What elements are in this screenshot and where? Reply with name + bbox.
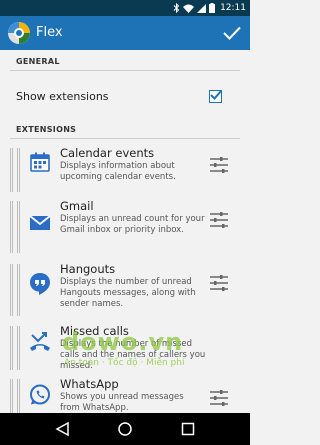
recents-icon (181, 422, 195, 436)
navigation-bar (0, 413, 250, 445)
drag-handle[interactable] (10, 264, 20, 316)
show-extensions-checkbox[interactable] (209, 89, 223, 103)
checkmark-icon (210, 89, 223, 100)
drag-handle[interactable] (10, 201, 20, 253)
watermark-logo-text: dowo.vn (62, 328, 184, 356)
extension-title: Hangouts (60, 262, 116, 276)
back-icon (55, 421, 69, 437)
section-header-general: GENERAL (16, 57, 60, 66)
confirm-button[interactable] (220, 21, 244, 45)
extension-description: Displays the number of unread Hangouts m… (60, 277, 196, 309)
check-icon (223, 26, 241, 40)
status-time: 12:11 (220, 3, 246, 13)
hangouts-icon (28, 272, 52, 296)
extension-settings-button[interactable] (208, 211, 230, 229)
extension-settings-button[interactable] (208, 156, 230, 174)
signal-icon (197, 3, 207, 13)
wifi-icon (183, 4, 195, 13)
section-header-extensions: EXTENSIONS (16, 125, 77, 134)
home-button[interactable] (113, 419, 137, 439)
extension-settings-button[interactable] (208, 274, 230, 292)
watermark-tagline: An toàn · Tốc độ · Miễn phí (64, 358, 185, 368)
missed-calls-icon (28, 330, 52, 354)
extension-description: Shows you unread messages from WhatsApp. (60, 392, 184, 413)
extension-title: WhatsApp (60, 377, 119, 391)
drag-handle[interactable] (10, 379, 20, 413)
recents-button[interactable] (176, 419, 200, 439)
extension-description: Displays an unread count for your Gmail … (60, 214, 205, 235)
section-divider (10, 70, 240, 71)
sliders-icon (210, 390, 228, 406)
drag-handle[interactable] (10, 148, 20, 192)
sliders-icon (210, 157, 228, 173)
extension-item-hangouts[interactable]: Hangouts Displays the number of unread H… (0, 262, 250, 320)
show-extensions-row[interactable]: Show extensions (0, 82, 250, 112)
extension-settings-button[interactable] (208, 389, 230, 407)
whatsapp-icon (28, 383, 52, 407)
app-logo-icon[interactable] (8, 22, 30, 44)
drag-handle[interactable] (10, 326, 20, 370)
action-bar: Flex (0, 16, 250, 50)
extension-item-whatsapp[interactable]: WhatsApp Shows you unread messages from … (0, 377, 250, 413)
extension-item-calendar[interactable]: Calendar events Displays information abo… (0, 146, 250, 196)
extension-title: Calendar events (60, 146, 155, 160)
show-extensions-label: Show extensions (16, 90, 109, 103)
gmail-icon (28, 211, 52, 235)
app-title: Flex (36, 25, 63, 40)
battery-icon (209, 3, 216, 13)
sliders-icon (210, 275, 228, 291)
watermark: dowo.vn An toàn · Tốc độ · Miễn phí (62, 328, 212, 374)
extension-description: Displays information about upcoming cale… (60, 161, 176, 182)
home-icon (118, 422, 132, 436)
extension-title: Gmail (60, 199, 94, 213)
status-bar: 12:11 (0, 0, 250, 16)
bluetooth-icon (173, 3, 180, 13)
status-icons: 12:11 (173, 2, 246, 14)
back-button[interactable] (50, 419, 74, 439)
extension-item-gmail[interactable]: Gmail Displays an unread count for your … (0, 199, 250, 261)
sliders-icon (210, 212, 228, 228)
calendar-icon (28, 150, 52, 174)
